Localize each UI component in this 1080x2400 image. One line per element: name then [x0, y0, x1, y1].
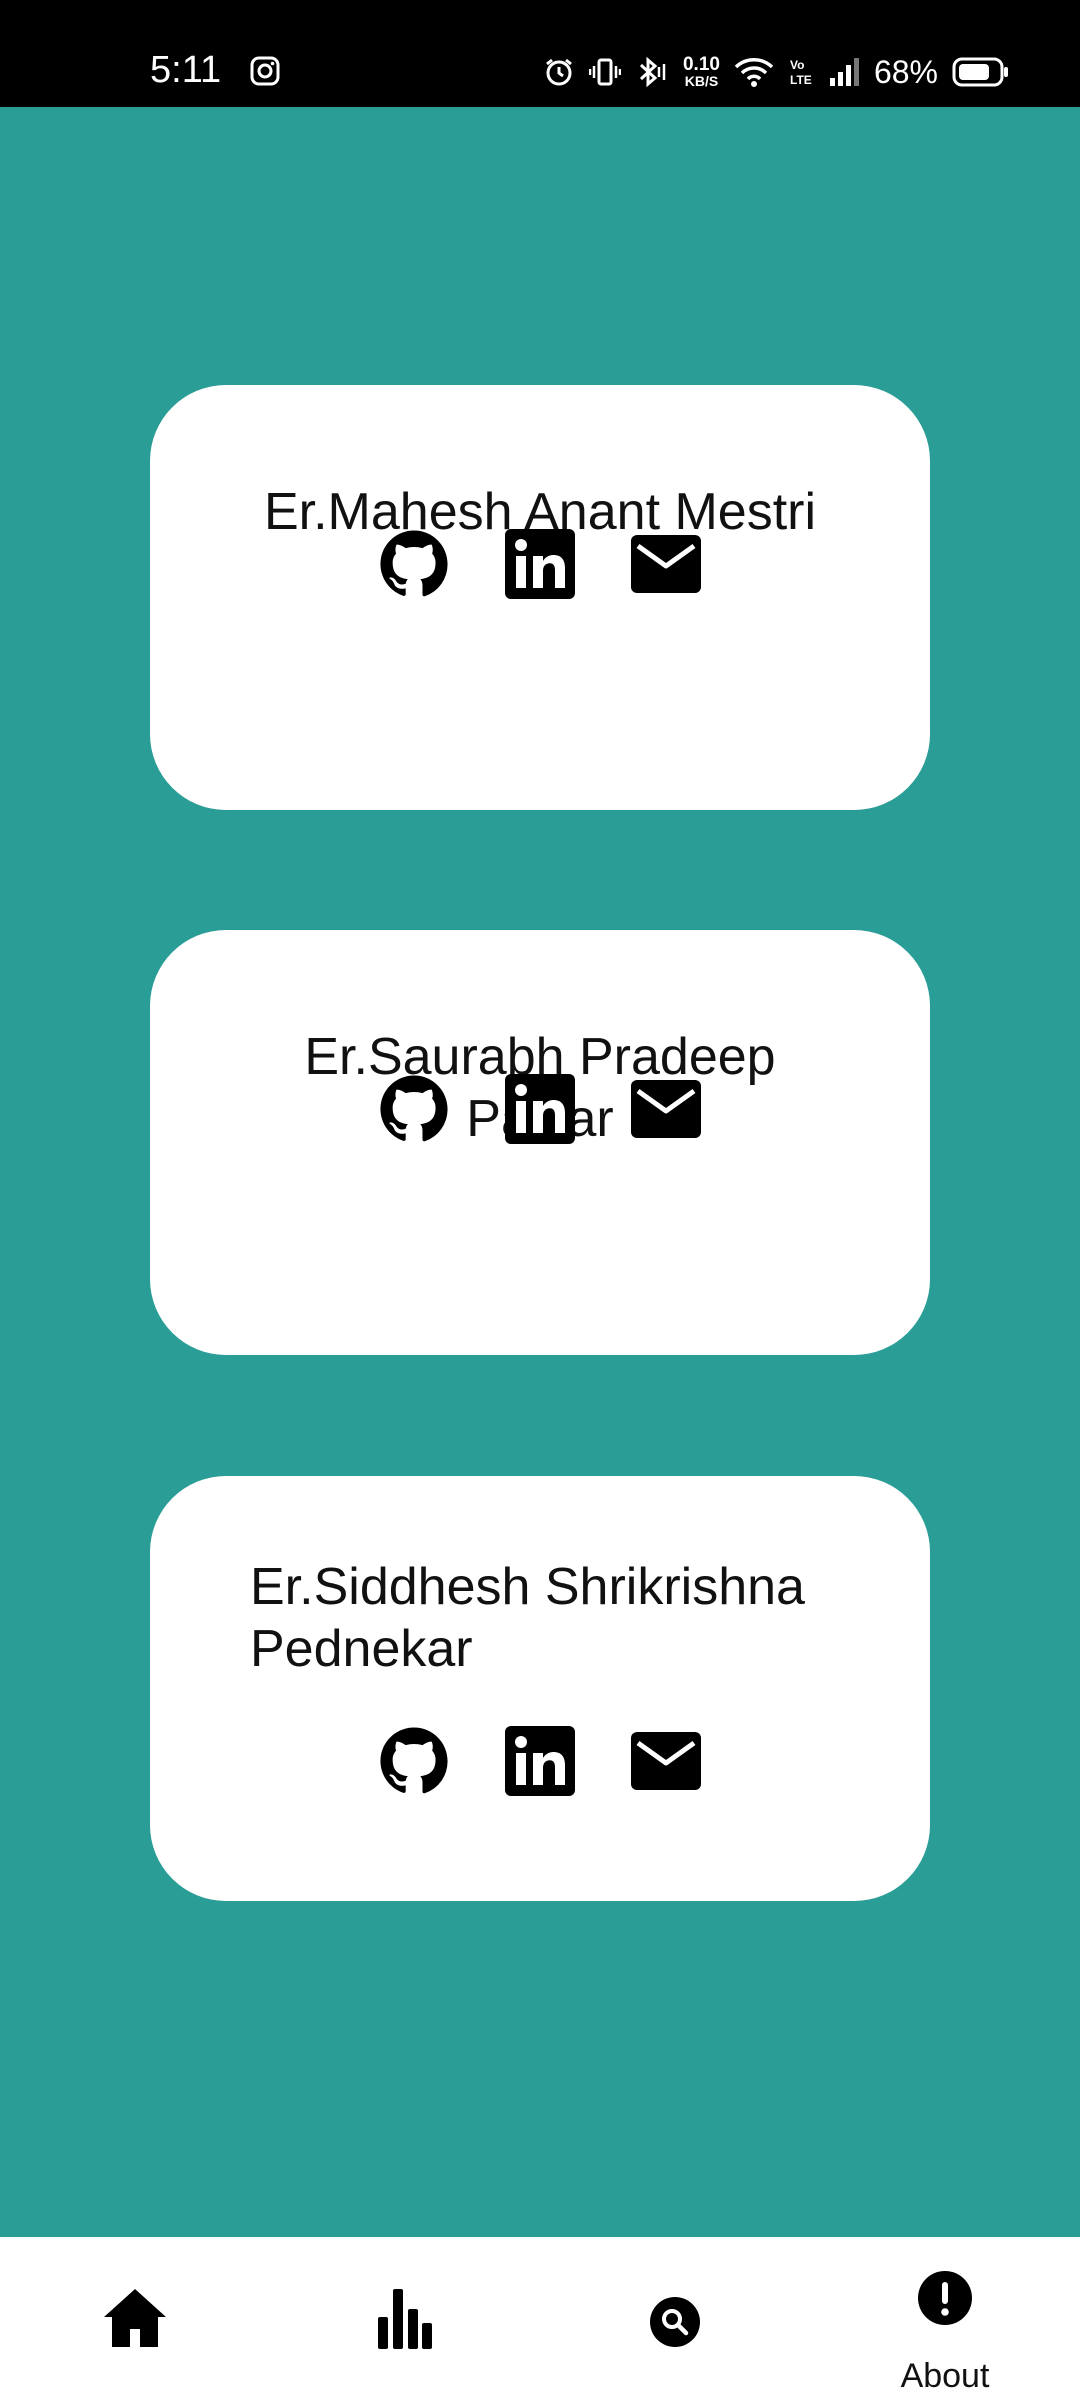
- battery-icon: [952, 56, 1010, 88]
- about-page: Er.Mahesh Anant Mestri Er.Saurabh Pradee…: [0, 107, 1080, 2237]
- volte-icon: Vo LTE: [788, 56, 814, 88]
- home-icon: [104, 2289, 166, 2347]
- email-icon: [631, 1732, 701, 1790]
- bottom-nav: About: [0, 2237, 1080, 2400]
- alarm-icon: [543, 56, 575, 88]
- svg-text:Vo: Vo: [790, 58, 804, 72]
- github-link[interactable]: [379, 1074, 449, 1144]
- nav-about[interactable]: About: [810, 2237, 1080, 2400]
- linkedin-icon: [505, 529, 575, 599]
- github-icon: [380, 530, 448, 597]
- net-speed-unit: KB/S: [684, 73, 719, 89]
- status-bar: 5:11 0.10 KB/S Vo LTE 68%: [0, 0, 1080, 107]
- status-icons: 0.10 KB/S Vo LTE 68%: [543, 50, 1010, 94]
- battery-percent: 68%: [873, 54, 938, 90]
- wifi-icon: [734, 56, 774, 88]
- linkedin-link[interactable]: [505, 1074, 575, 1144]
- developer-name: Er.Siddhesh Shrikrishna Pednekar: [250, 1558, 805, 1678]
- github-link[interactable]: [379, 529, 449, 599]
- email-link[interactable]: [631, 1074, 701, 1144]
- github-icon: [380, 1727, 448, 1794]
- bluetooth-icon: [635, 56, 669, 88]
- net-speed-value: 0.10: [682, 54, 720, 75]
- email-link[interactable]: [631, 1726, 701, 1796]
- social-links: [150, 1726, 930, 1796]
- vibrate-icon: [588, 56, 621, 88]
- info-icon: [918, 2271, 972, 2325]
- nav-search[interactable]: [540, 2237, 810, 2400]
- developer-card: Er.Saurabh Pradeep Pawar: [150, 930, 930, 1355]
- bar-chart-icon: [378, 2289, 432, 2349]
- svg-text:LTE: LTE: [790, 73, 812, 87]
- linkedin-icon: [505, 1074, 575, 1144]
- nav-about-label: About: [900, 2357, 990, 2395]
- developer-card: Er.Mahesh Anant Mestri: [150, 385, 930, 810]
- nav-stats[interactable]: [270, 2237, 540, 2400]
- net-speed: 0.10 KB/S: [682, 54, 720, 89]
- instagram-icon: [250, 56, 280, 86]
- linkedin-link[interactable]: [505, 529, 575, 599]
- linkedin-icon: [505, 1726, 575, 1796]
- email-icon: [631, 535, 701, 593]
- social-links: [150, 1074, 930, 1144]
- linkedin-link[interactable]: [505, 1726, 575, 1796]
- version-label: Version: @1.0.0: [391, 1853, 689, 1897]
- github-icon: [380, 1075, 448, 1142]
- github-link[interactable]: [379, 1726, 449, 1796]
- nav-home[interactable]: [0, 2237, 270, 2400]
- email-icon: [631, 1080, 701, 1138]
- email-link[interactable]: [631, 529, 701, 599]
- developer-card: Er.Siddhesh Shrikrishna Pednekar: [150, 1476, 930, 1901]
- status-time: 5:11: [150, 49, 222, 91]
- social-links: [150, 529, 930, 599]
- signal-icon: [828, 56, 860, 88]
- search-icon: [650, 2297, 700, 2347]
